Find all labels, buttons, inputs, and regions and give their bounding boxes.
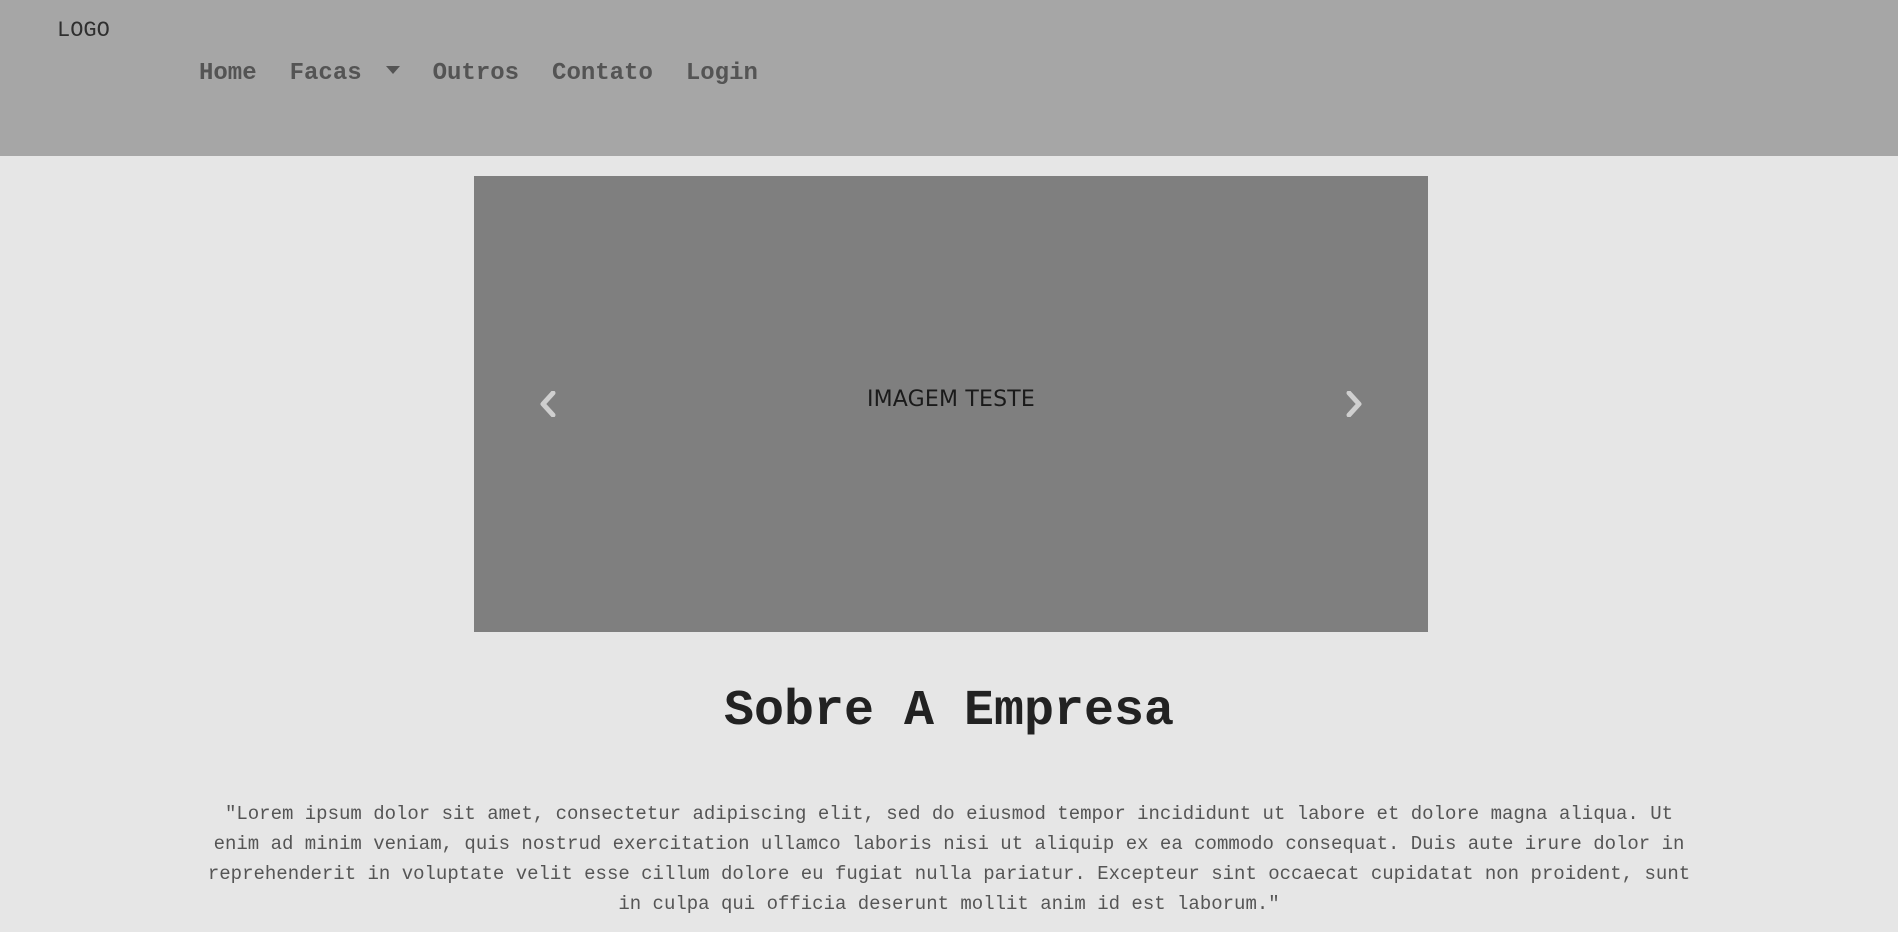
nav-home-label: Home	[199, 60, 257, 87]
carousel-next-button[interactable]	[1340, 388, 1368, 420]
nav-login-label: Login	[685, 60, 758, 87]
main-nav: Home Facas Outros Contato Login	[199, 60, 791, 87]
nav-facas-label: Facas	[289, 60, 362, 87]
chevron-right-icon	[1346, 391, 1362, 417]
image-carousel: IMAGEM TESTE	[474, 176, 1428, 632]
logo[interactable]: LOGO	[57, 18, 110, 43]
nav-login[interactable]: Login	[686, 60, 758, 87]
nav-outros[interactable]: Outros	[433, 60, 519, 87]
nav-home[interactable]: Home	[199, 60, 257, 87]
caret-down-icon	[385, 65, 400, 74]
nav-contato-label: Contato	[552, 60, 653, 87]
about-text: "Lorem ipsum dolor sit amet, consectetur…	[207, 803, 1691, 915]
site-header: LOGO Home Facas Outros Contato Login	[0, 0, 1898, 156]
about-title: Sobre A Empresa	[723, 683, 1175, 740]
nav-facas-dropdown[interactable]: Facas	[290, 60, 400, 87]
nav-outros-label: Outros	[432, 60, 520, 87]
carousel-caption: IMAGEM TESTE	[866, 387, 1036, 412]
nav-contato[interactable]: Contato	[552, 60, 653, 87]
